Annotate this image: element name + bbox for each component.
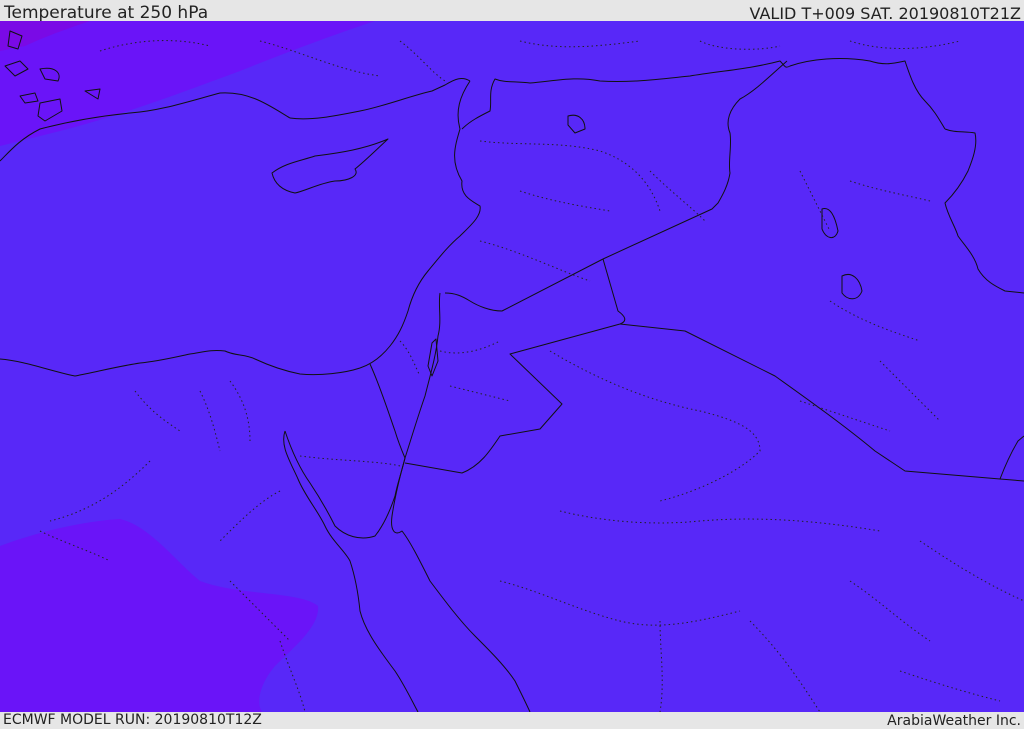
top-bar: Temperature at 250 hPa VALID T+009 SAT. …	[0, 0, 1024, 23]
model-run-label: ECMWF MODEL RUN: 20190810T12Z	[3, 712, 262, 728]
temperature-map[interactable]	[0, 21, 1024, 712]
bottom-bar: ECMWF MODEL RUN: 20190810T12Z ArabiaWeat…	[0, 712, 1024, 729]
map-title: Temperature at 250 hPa	[4, 3, 209, 23]
credit-label: ArabiaWeather Inc.	[887, 713, 1021, 729]
